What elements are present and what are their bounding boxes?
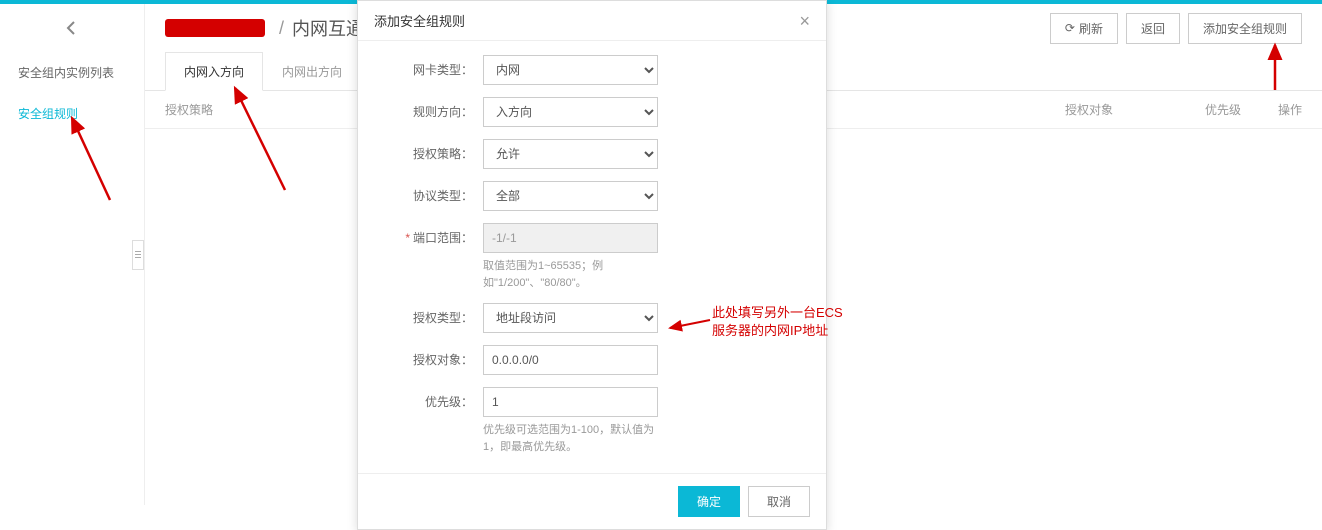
label-priority: 优先级：	[378, 387, 483, 410]
label-policy: 授权策略：	[378, 139, 483, 162]
modal-footer: 确定 取消	[358, 473, 826, 529]
tab-outbound-intranet[interactable]: 内网出方向	[263, 52, 361, 91]
help-port-range: 取值范围为1~65535；例如"1/200"、"80/80"。	[483, 258, 663, 291]
help-priority: 优先级可选范围为1-100，默认值为1，即最高优先级。	[483, 422, 663, 455]
refresh-label: 刷新	[1079, 20, 1103, 37]
column-action: 操作	[1278, 101, 1302, 118]
back-button[interactable]: 返回	[1126, 13, 1180, 44]
modal-title: 添加安全组规则	[374, 11, 465, 30]
add-rule-button[interactable]: 添加安全组规则	[1188, 13, 1302, 44]
modal-header: 添加安全组规则 ×	[358, 1, 826, 41]
sidebar-collapse-handle[interactable]	[132, 240, 144, 270]
label-port-range: *端口范围：	[378, 223, 483, 246]
refresh-button[interactable]: ⟳ 刷新	[1050, 13, 1118, 44]
label-direction: 规则方向：	[378, 97, 483, 120]
select-protocol[interactable]: 全部	[483, 181, 658, 211]
close-icon[interactable]: ×	[799, 12, 810, 30]
label-auth-target: 授权对象：	[378, 345, 483, 368]
breadcrumb-title: 内网互通	[292, 15, 364, 41]
tab-label: 内网出方向	[282, 65, 342, 79]
label-protocol: 协议类型：	[378, 181, 483, 204]
back-label: 返回	[1141, 20, 1165, 37]
sidebar: 安全组内实例列表 安全组规则	[0, 4, 145, 505]
confirm-button[interactable]: 确定	[678, 486, 740, 517]
label-auth-type: 授权类型：	[378, 303, 483, 326]
tab-label: 内网入方向	[184, 65, 244, 79]
tab-inbound-intranet[interactable]: 内网入方向	[165, 52, 263, 91]
sidebar-item-label: 安全组内实例列表	[18, 66, 114, 80]
select-nic-type[interactable]: 内网	[483, 55, 658, 85]
sidebar-item-instances[interactable]: 安全组内实例列表	[0, 52, 144, 93]
chevron-left-icon	[64, 20, 80, 36]
add-rule-modal: 添加安全组规则 × 网卡类型： 内网 规则方向： 入方向	[357, 0, 827, 530]
input-port-range	[483, 223, 658, 253]
redacted-title-prefix	[165, 19, 265, 37]
refresh-icon: ⟳	[1065, 21, 1075, 35]
input-auth-target[interactable]	[483, 345, 658, 375]
select-direction[interactable]: 入方向	[483, 97, 658, 127]
column-auth-target: 授权对象	[1065, 101, 1113, 118]
select-auth-type[interactable]: 地址段访问	[483, 303, 658, 333]
select-policy[interactable]: 允许	[483, 139, 658, 169]
breadcrumb-separator: /	[279, 18, 284, 39]
column-policy: 授权策略	[165, 101, 345, 118]
sidebar-back-button[interactable]	[0, 4, 144, 52]
cancel-button[interactable]: 取消	[748, 486, 810, 517]
sidebar-item-rules[interactable]: 安全组规则	[0, 93, 144, 134]
input-priority[interactable]	[483, 387, 658, 417]
column-priority: 优先级	[1205, 101, 1241, 118]
sidebar-item-label: 安全组规则	[18, 107, 78, 121]
label-nic-type: 网卡类型：	[378, 55, 483, 78]
add-rule-label: 添加安全组规则	[1203, 20, 1287, 37]
